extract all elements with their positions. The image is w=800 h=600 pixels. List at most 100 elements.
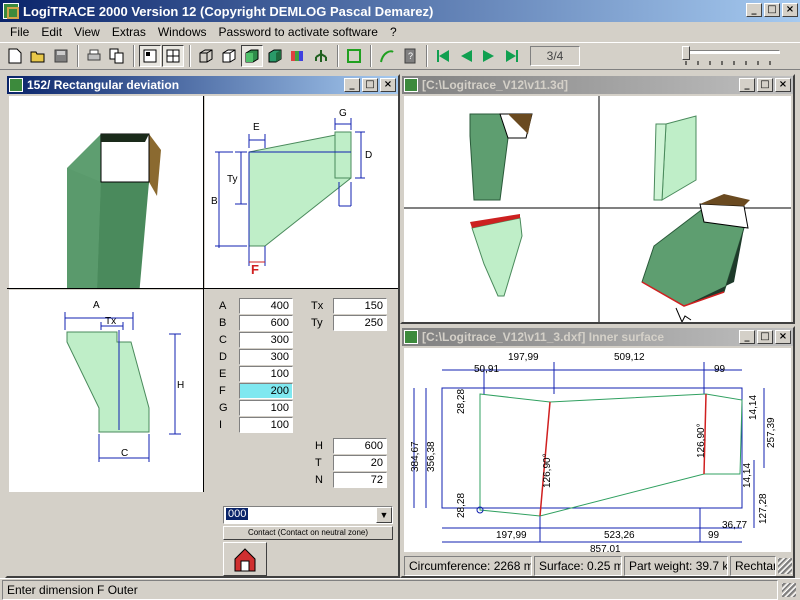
dim-input-G[interactable]: 100 (239, 400, 293, 416)
label-H: H (177, 380, 184, 391)
status-message: Enter dimension F Outer (2, 580, 778, 600)
top-view: A Tx H C (9, 290, 203, 492)
hidden-line-box-icon[interactable] (218, 45, 240, 67)
chevron-down-icon[interactable]: ▼ (376, 507, 392, 523)
circumference-readout: Circumference: 2268 mm (404, 556, 532, 576)
minimize-button[interactable]: _ (746, 3, 762, 17)
single-view-icon[interactable] (139, 45, 161, 67)
app-icon (3, 3, 19, 19)
quad-view-canvas (404, 96, 791, 324)
save-icon[interactable] (50, 45, 72, 67)
maximize-button[interactable]: □ (362, 78, 378, 92)
dim-input-F[interactable]: 200 (239, 383, 293, 399)
dim-bottom-2: 99 (708, 530, 720, 541)
tree-icon[interactable] (310, 45, 332, 67)
unfold-icon[interactable] (287, 45, 309, 67)
prev-page-icon[interactable] (455, 45, 477, 67)
contact-button[interactable]: Contact (Contact on neutral zone) (223, 526, 393, 540)
dim-input-E[interactable]: 100 (239, 366, 293, 382)
window-icon (404, 330, 418, 344)
open-folder-icon[interactable] (27, 45, 49, 67)
maximize-button[interactable]: □ (757, 330, 773, 344)
other-input-H[interactable]: 600 (333, 438, 387, 454)
dim-left-1: 356,38 (426, 441, 437, 472)
dim-bottom-3: 857,01 (590, 544, 621, 552)
dim-bottom-4: 36,77 (722, 520, 747, 531)
window-title: [C:\Logitrace_V12\v11.3d] (422, 78, 569, 92)
dim-label-D: D (219, 351, 227, 363)
menu-file[interactable]: File (4, 25, 35, 39)
dim-right-1: 14,14 (742, 463, 753, 488)
other-input-T[interactable]: 20 (333, 455, 387, 471)
offset-input-Ty[interactable]: 250 (333, 315, 387, 331)
minimize-button[interactable]: _ (739, 78, 755, 92)
label-Ty: Ty (227, 174, 238, 185)
menu-help[interactable]: ? (384, 25, 403, 39)
menu-windows[interactable]: Windows (152, 25, 213, 39)
combo-value: 000 (226, 508, 249, 520)
close-button[interactable]: × (380, 78, 396, 92)
dim-input-D[interactable]: 300 (239, 349, 293, 365)
offset-input-Tx[interactable]: 150 (333, 298, 387, 314)
new-file-icon[interactable] (4, 45, 26, 67)
dim-input-B[interactable]: 600 (239, 315, 293, 331)
dim-bottom-0: 197,99 (496, 530, 527, 541)
first-page-icon[interactable] (432, 45, 454, 67)
close-button[interactable]: × (782, 3, 798, 17)
colored-box-icon[interactable] (264, 45, 286, 67)
shaded-box-icon[interactable] (241, 45, 263, 67)
slider-thumb[interactable] (682, 46, 690, 60)
dim-left-3: 28,28 (456, 493, 467, 518)
other-label-H: H (315, 440, 323, 452)
label-G: G (339, 108, 347, 119)
close-button[interactable]: × (775, 78, 791, 92)
cursor-icon (675, 307, 692, 324)
quad-view-icon[interactable] (162, 45, 184, 67)
dim-top-2: 509,12 (614, 352, 645, 363)
minimize-button[interactable]: _ (344, 78, 360, 92)
maximize-button[interactable]: □ (757, 78, 773, 92)
dim-input-I[interactable]: 100 (239, 417, 293, 433)
menu-view[interactable]: View (68, 25, 106, 39)
print-icon[interactable] (83, 45, 105, 67)
resize-grip[interactable] (778, 558, 792, 574)
other-input-N[interactable]: 72 (333, 472, 387, 488)
dim-right-0: 257,39 (766, 417, 777, 448)
window-titlebar: [C:\Logitrace_V12\v11.3d] _ □ × (402, 76, 793, 94)
window-title: 152/ Rectangular deviation (27, 78, 180, 92)
last-page-icon[interactable] (501, 45, 523, 67)
dim-top-4: 14,14 (748, 395, 759, 420)
dim-label-E: E (219, 368, 227, 380)
material-combo[interactable]: 000 ▼ (223, 506, 393, 524)
resize-grip[interactable] (782, 583, 796, 597)
dim-right-2: 127,28 (758, 493, 769, 524)
dim-left-2: 28,28 (456, 389, 467, 414)
help-book-icon[interactable]: ? (399, 45, 421, 67)
menu-password[interactable]: Password to activate software (213, 25, 384, 39)
minimize-button[interactable]: _ (739, 330, 755, 344)
dim-bottom-1: 523,26 (604, 530, 635, 541)
label-F: F (251, 262, 259, 277)
close-button[interactable]: × (775, 330, 791, 344)
dim-input-A[interactable]: 400 (239, 298, 293, 314)
maximize-button[interactable]: □ (764, 3, 780, 17)
dim-input-C[interactable]: 300 (239, 332, 293, 348)
window-icon (9, 78, 23, 92)
zoom-slider[interactable] (680, 45, 784, 67)
menu-edit[interactable]: Edit (35, 25, 68, 39)
offset-label-Tx: Tx (311, 300, 324, 312)
dim-label-G: G (219, 402, 228, 414)
curve-icon[interactable] (376, 45, 398, 67)
surface-readout: Surface: 0.25 m² (534, 556, 622, 576)
frame-icon[interactable] (343, 45, 365, 67)
dim-top-0: 50,91 (474, 364, 499, 375)
rectangular-deviation-window: 152/ Rectangular deviation _ □ × E G D T… (5, 74, 400, 578)
next-page-icon[interactable] (478, 45, 500, 67)
menu-extras[interactable]: Extras (106, 25, 152, 39)
dim-top-1: 197,99 (508, 352, 539, 363)
dim-top-3: 99 (714, 364, 726, 375)
page-indicator: 3/4 (530, 46, 580, 66)
home-tool-button[interactable] (223, 542, 267, 576)
wireframe-box-icon[interactable] (195, 45, 217, 67)
copy-icon[interactable] (106, 45, 128, 67)
